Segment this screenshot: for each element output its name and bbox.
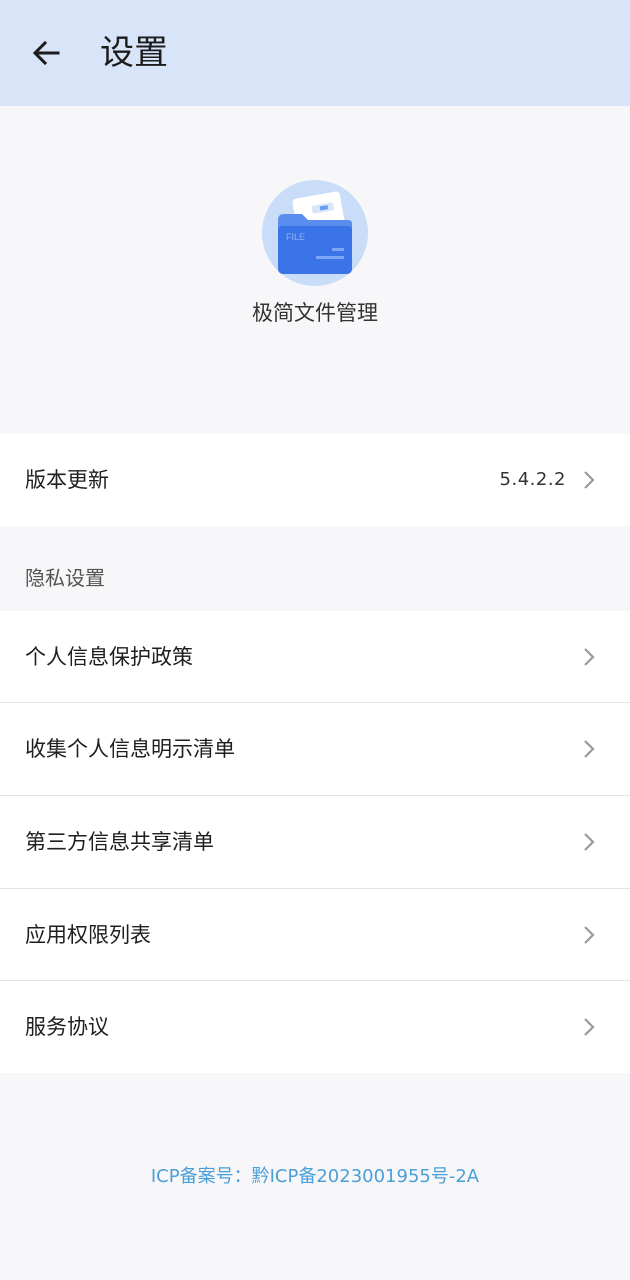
- app-permissions-row[interactable]: 应用权限列表: [0, 889, 630, 981]
- privacy-section-title: 隐私设置: [25, 566, 105, 590]
- logo-text: FILE: [286, 232, 305, 242]
- version-update-row[interactable]: 版本更新 5.4.2.2: [0, 434, 630, 526]
- service-agreement-label: 服务协议: [25, 1015, 109, 1039]
- privacy-policy-row[interactable]: 个人信息保护政策: [0, 611, 630, 703]
- service-agreement-row[interactable]: 服务协议: [0, 981, 630, 1073]
- page-title: 设置: [100, 33, 168, 73]
- chevron-right-icon: [584, 1018, 595, 1036]
- third-party-sharing-label: 第三方信息共享清单: [25, 830, 214, 854]
- arrow-left-icon: [32, 40, 60, 66]
- file-folder-icon: FILE: [278, 191, 352, 274]
- settings-screen: 设置 FILE 极简文件管理 版本更新 5.4.2.2 隐私设置 个人信息保护政…: [0, 0, 630, 1280]
- version-number: 5.4.2.2: [499, 469, 566, 490]
- top-app-bar: 设置: [0, 0, 630, 106]
- chevron-right-icon: [584, 926, 595, 944]
- chevron-right-icon: [584, 740, 595, 758]
- app-info-section: FILE 极简文件管理: [0, 106, 630, 434]
- personal-info-collection-row[interactable]: 收集个人信息明示清单: [0, 703, 630, 795]
- privacy-policy-label: 个人信息保护政策: [25, 645, 193, 669]
- back-button[interactable]: [22, 29, 70, 77]
- chevron-right-icon: [584, 471, 595, 489]
- chevron-right-icon: [584, 648, 595, 666]
- app-name: 极简文件管理: [252, 301, 378, 325]
- personal-info-collection-label: 收集个人信息明示清单: [25, 737, 235, 761]
- icp-filing-link[interactable]: ICP备案号：黔ICP备2023001955号-2A: [0, 1163, 630, 1191]
- chevron-right-icon: [584, 833, 595, 851]
- third-party-sharing-row[interactable]: 第三方信息共享清单: [0, 796, 630, 888]
- app-permissions-label: 应用权限列表: [25, 923, 151, 947]
- app-logo: FILE: [262, 180, 368, 286]
- version-update-label: 版本更新: [25, 468, 109, 492]
